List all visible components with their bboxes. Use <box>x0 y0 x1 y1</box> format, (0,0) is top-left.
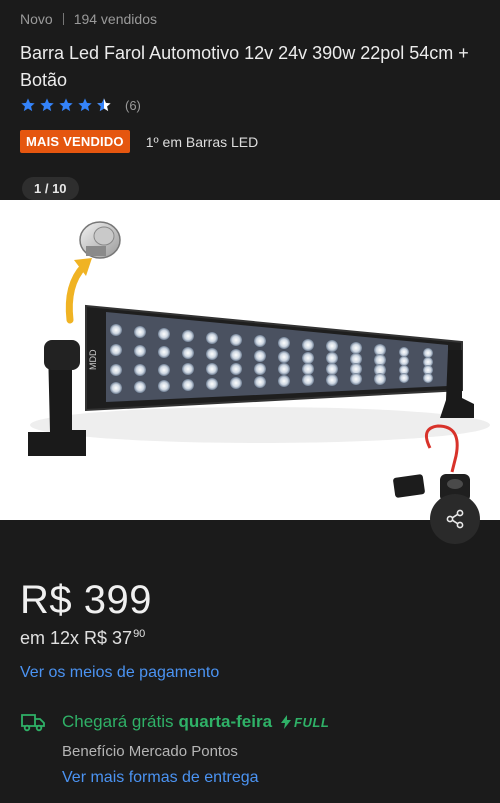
product-meta: Novo 194 vendidos <box>20 11 157 27</box>
installments-text: em 12x R$ 37 <box>20 628 133 648</box>
category-rank: 1º em Barras LED <box>145 133 259 150</box>
star-icon <box>40 98 54 112</box>
bar-brand-label: MDD <box>88 349 98 370</box>
ranking-row[interactable]: MAIS VENDIDO 1º em Barras LED <box>20 130 258 153</box>
meta-divider <box>62 13 64 25</box>
share-icon <box>446 509 464 529</box>
shipping-day: quarta-feira <box>178 712 273 731</box>
full-label: FULL <box>294 714 330 730</box>
lightning-icon <box>281 715 292 729</box>
installments-cents: 90 <box>133 628 146 640</box>
star-icon <box>78 98 92 112</box>
payment-methods-link[interactable]: Ver os meios de pagamento <box>20 664 219 682</box>
star-icon <box>21 98 35 112</box>
shipping-options-link[interactable]: Ver mais formas de entrega <box>62 769 259 787</box>
full-badge: FULL <box>280 715 329 730</box>
switch-knob <box>79 221 121 259</box>
sold-count: 194 vendidos <box>73 11 157 27</box>
rating[interactable]: (6) <box>20 97 141 113</box>
shipping-info: Chegará grátis quarta-feira FULL <box>62 712 329 732</box>
shipping-benefit: Benefício Mercado Pontos <box>62 743 238 760</box>
condition-label: Novo <box>20 11 53 27</box>
share-button[interactable] <box>430 494 480 544</box>
price: R$ 399 <box>20 578 152 622</box>
star-icon <box>59 98 73 112</box>
image-counter: 1 / 10 <box>22 177 79 200</box>
installments: em 12x R$ 3790 <box>20 628 145 649</box>
shipping-prefix: Chegará grátis <box>62 712 174 731</box>
review-count: (6) <box>125 97 141 113</box>
led-bar-illustration: MDD <box>28 221 490 502</box>
product-title: Barra Led Farol Automotivo 12v 24v 390w … <box>20 43 469 90</box>
best-seller-badge: MAIS VENDIDO <box>20 130 130 153</box>
truck-icon <box>21 714 45 732</box>
half-star-icon <box>97 98 111 112</box>
product-image[interactable]: MDD 1 / 10 <box>0 177 500 520</box>
